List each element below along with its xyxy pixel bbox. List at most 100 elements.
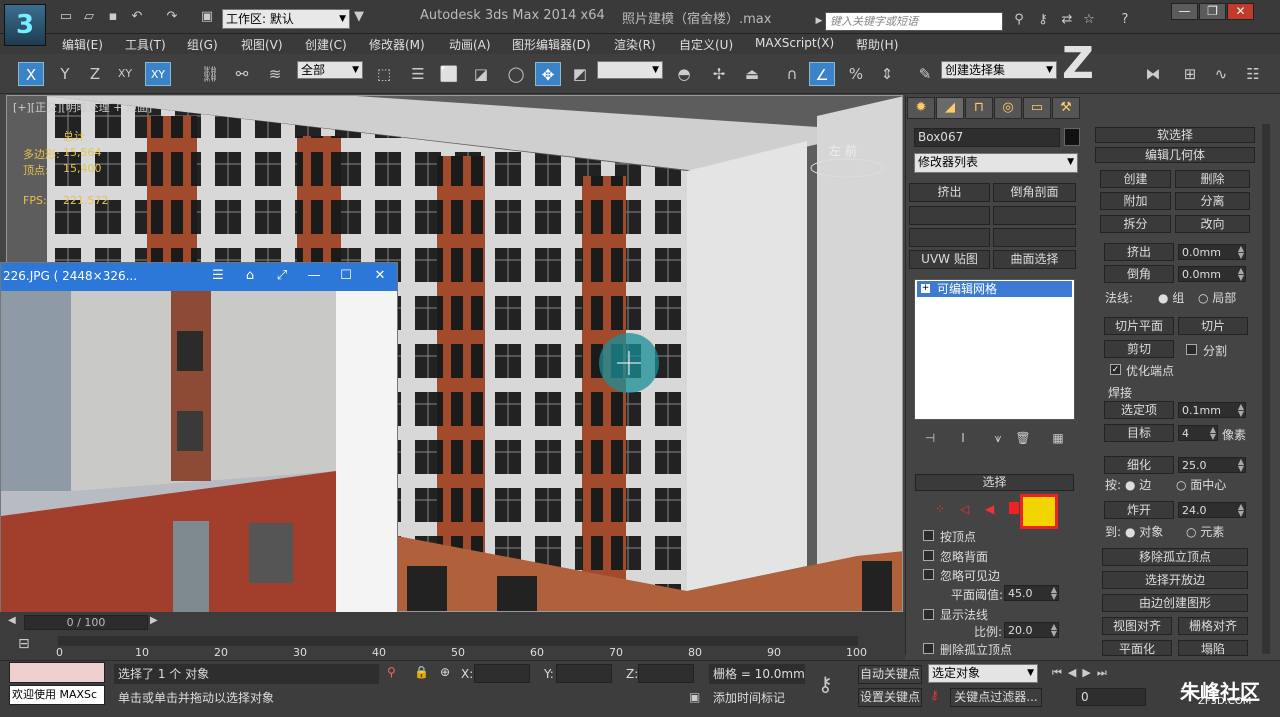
select-scale-icon[interactable]: ◩ (567, 62, 593, 86)
face-mode-icon[interactable]: ◀ (985, 502, 994, 516)
z-coordinate-field[interactable] (638, 664, 694, 683)
delete-isolated-checkbox[interactable] (923, 643, 934, 654)
chamfer-button[interactable]: 倒角 (1104, 265, 1174, 283)
empty-modifier-button-3[interactable] (909, 228, 990, 247)
grid-align-button[interactable]: 栅格对齐 (1178, 617, 1248, 635)
isolate-selection-icon[interactable]: ⚲ (387, 665, 396, 679)
detach-button[interactable]: 分离 (1175, 192, 1250, 210)
bind-space-warp-icon[interactable]: ≋ (262, 62, 288, 86)
axis-z-button[interactable]: Z (82, 62, 108, 86)
fullscreen-icon[interactable]: ⤢ (271, 268, 293, 286)
vertex-mode-icon[interactable]: ⁘ (935, 502, 945, 516)
explode-spinner[interactable]: 24.0 ▲ ▼ (1178, 502, 1246, 518)
weld-selected-button[interactable]: 选定项 (1104, 401, 1174, 419)
time-slider[interactable]: 0 / 100 (24, 615, 148, 630)
curve-editor-icon[interactable]: ∿ (1208, 62, 1234, 86)
workspace-dropdown[interactable]: 工作区: 默认 ▼ (222, 9, 350, 29)
slice-button[interactable]: 切片 (1178, 317, 1248, 335)
edit-geometry-rollout[interactable]: 编辑几何体 (1095, 147, 1255, 163)
mirror-icon[interactable]: ⧓ (1140, 62, 1166, 86)
key-filters-button[interactable]: 关键点过滤器... (950, 688, 1042, 707)
weld-threshold-spinner[interactable]: 0.1mm ▲ ▼ (1178, 402, 1246, 418)
select-by-name-icon[interactable]: ☰ (405, 62, 431, 86)
scale-spinner[interactable]: 20.0 ▲ ▼ (1004, 622, 1059, 638)
view-align-button[interactable]: 视图对齐 (1102, 617, 1172, 635)
menu-rendering[interactable]: 渲染(R) (614, 36, 656, 53)
modifier-list-dropdown[interactable]: 修改器列表 ▼ (914, 153, 1078, 173)
normal-group-radio[interactable]: ● 组 (1158, 289, 1184, 306)
remove-modifier-icon[interactable]: 🗑 (1010, 426, 1036, 450)
normal-local-radio[interactable]: ○ 局部 (1198, 289, 1236, 306)
selection-lock-icon[interactable]: 🔒 (414, 665, 429, 679)
remove-isolated-vertices-button[interactable]: 移除孤立顶点 (1102, 548, 1248, 566)
panel-scrollbar[interactable] (1262, 124, 1270, 654)
extrude-modifier-button[interactable]: 挤出 (909, 183, 990, 202)
menu-customize[interactable]: 自定义(U) (679, 36, 733, 53)
auto-key-button[interactable]: 自动关键点 (858, 665, 922, 684)
bevel-profile-modifier-button[interactable]: 倒角剖面 (993, 183, 1076, 202)
tessellate-spinner[interactable]: 25.0 ▲ ▼ (1178, 457, 1246, 473)
photo-viewer-titlebar[interactable]: 226.JPG ( 2448×326... ☰ ⌂ ⤢ — ☐ ✕ (1, 263, 397, 291)
shirt-icon[interactable]: ⌂ (239, 268, 261, 286)
collapse-button[interactable]: 塌陷 (1178, 640, 1248, 656)
angle-snap-icon[interactable]: ∠ (809, 62, 835, 86)
show-normals-checkbox[interactable] (923, 609, 934, 620)
link-icon[interactable]: ⛓ (197, 62, 223, 86)
tessellate-button[interactable]: 细化 (1104, 456, 1174, 474)
unlink-icon[interactable]: ⚯ (229, 62, 255, 86)
show-end-result-icon[interactable]: Ⅰ (950, 426, 976, 450)
playback-controls[interactable]: ⏮◀▶⏭ (1052, 666, 1113, 680)
chamfer-spinner[interactable]: 0.0mm ▲ ▼ (1178, 266, 1246, 282)
extrude-button[interactable]: 挤出 (1104, 243, 1174, 261)
close-button[interactable]: ✕ (1227, 3, 1254, 20)
restore-button[interactable]: ❐ (1199, 3, 1226, 20)
select-move-icon[interactable]: ✥ (535, 62, 561, 86)
open-file-icon[interactable]: ▱ (80, 9, 98, 25)
make-unique-icon[interactable]: ⩛ (985, 426, 1011, 450)
menu-modifiers[interactable]: 修改器(M) (369, 36, 425, 53)
set-key-button[interactable]: 设置关键点 (858, 688, 922, 707)
current-frame-field[interactable]: 0 (1076, 688, 1146, 706)
track-bar-icon[interactable]: ⊟ (18, 636, 30, 652)
object-color-swatch[interactable] (1064, 128, 1080, 146)
create-shape-from-edges-button[interactable]: 由边创建图形 (1102, 594, 1248, 612)
edit-named-selection-icon[interactable]: ✎ (912, 62, 938, 86)
menu-group[interactable]: 组(G) (187, 36, 218, 53)
empty-modifier-button-1[interactable] (909, 206, 990, 225)
weld-target-button[interactable]: 目标 (1104, 424, 1174, 442)
schematic-view-icon[interactable]: ☷ (1240, 62, 1266, 86)
axis-xy-button[interactable]: XY (112, 62, 138, 86)
utilities-tab-icon[interactable]: ⚒ (1052, 97, 1080, 119)
pin-stack-icon[interactable]: ⊣ (917, 426, 943, 450)
edge-mode-icon[interactable]: ◁ (960, 502, 969, 516)
time-slider-prev-icon[interactable]: ◀ (8, 615, 22, 630)
modifier-stack-item[interactable]: 可编辑网格 (917, 281, 1072, 297)
menu-views[interactable]: 视图(V) (241, 36, 283, 53)
minimize-button[interactable]: — (1171, 3, 1198, 20)
app-logo-button[interactable]: 3 (4, 4, 46, 46)
menu-icon[interactable]: ☰ (207, 268, 229, 286)
x-coordinate-field[interactable] (474, 664, 530, 683)
select-rotate-icon[interactable]: ◯ (503, 62, 529, 86)
absolute-mode-icon[interactable]: ⊕ (440, 665, 450, 679)
menu-help[interactable]: 帮助(H) (856, 36, 898, 53)
key-filter-icon[interactable]: ⚷ (930, 688, 939, 702)
ignore-visible-edges-checkbox[interactable] (923, 569, 934, 580)
project-folder-icon[interactable]: ▣ (198, 9, 216, 25)
key-selection-set-dropdown[interactable]: 选定对象 ▼ (928, 664, 1038, 683)
tessellate-face-center-radio[interactable]: ○ 面中心 (1176, 476, 1226, 493)
exchange-icon[interactable]: ⇄ (1058, 12, 1076, 28)
object-name-field[interactable]: Box067 (914, 128, 1060, 147)
photo-maximize-button[interactable]: ☐ (335, 268, 357, 286)
divide-button[interactable]: 拆分 (1100, 215, 1171, 233)
empty-modifier-button-4[interactable] (993, 228, 1076, 247)
cut-button[interactable]: 剪切 (1104, 340, 1174, 358)
favorites-star-icon[interactable]: ☆ (1080, 12, 1098, 28)
refine-ends-checkbox[interactable]: ✓ (1110, 364, 1121, 375)
uvw-map-modifier-button[interactable]: UVW 贴图 (909, 250, 990, 269)
named-selection-set-dropdown[interactable]: 创建选择集 ▼ (941, 61, 1057, 79)
save-icon[interactable]: ▪ (104, 9, 122, 25)
menu-animation[interactable]: 动画(A) (449, 36, 491, 53)
explode-objects-radio[interactable]: ● 对象 (1125, 523, 1163, 540)
selection-filter-dropdown[interactable]: 全部 ▼ (297, 61, 363, 79)
